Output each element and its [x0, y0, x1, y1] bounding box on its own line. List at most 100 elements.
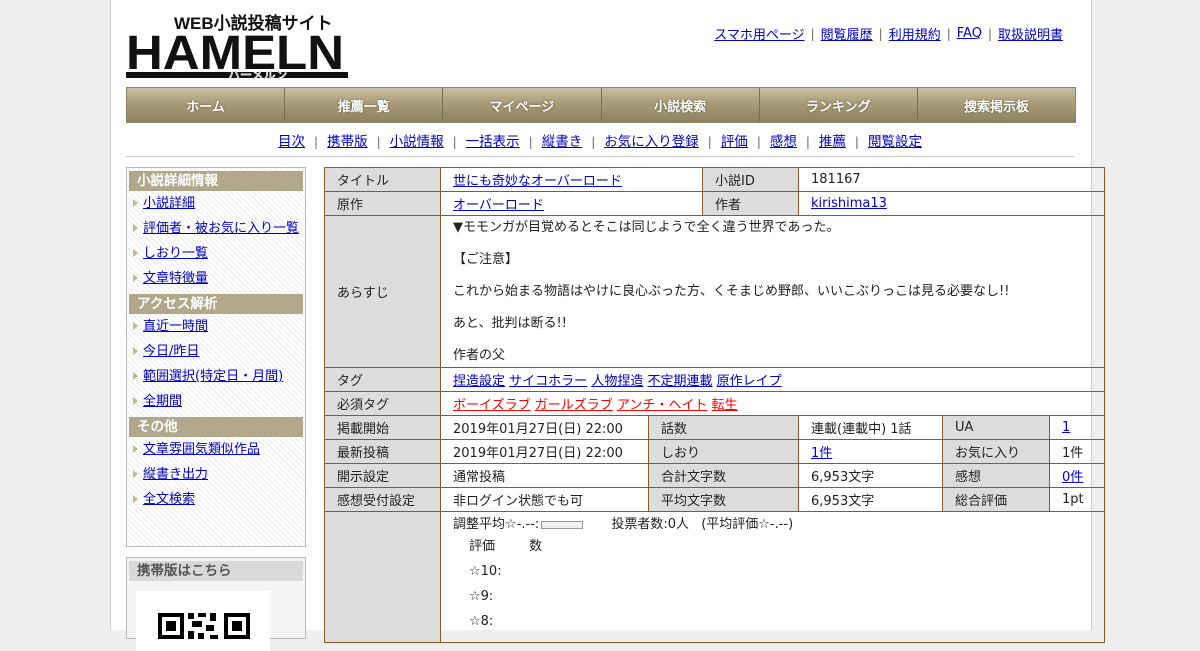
sidebar-item-label[interactable]: 今日/昨日	[143, 344, 199, 359]
sidebar-item-label[interactable]: 直近一時間	[143, 319, 208, 334]
bullet-triangle-icon	[133, 470, 138, 478]
tag-link[interactable]: サイコホラー	[509, 374, 587, 389]
subnav-mobile[interactable]: 携帯版	[327, 134, 368, 150]
tag-link[interactable]: 不定期連載	[647, 374, 712, 389]
table-row: タイトル 世にも奇妙なオーバーロード 小説ID 181167	[324, 167, 1106, 192]
sidebar-item-bookmarks[interactable]: しおり一覧	[127, 241, 305, 266]
sidebar-item-all-time[interactable]: 全期間	[127, 389, 305, 414]
original-work-link[interactable]: オーバーロード	[453, 198, 544, 213]
author-link[interactable]: kirishima13	[811, 196, 887, 211]
start-date-label: 掲載開始	[324, 415, 441, 440]
sidebar-item-novel-detail[interactable]: 小説詳細	[127, 191, 305, 216]
sidebar-item-today-yesterday[interactable]: 今日/昨日	[127, 339, 305, 364]
synopsis-line: これから始まる物語はやけに良心ぶった方、くそまじめ野郎、いいこぶりっこは見る必要…	[453, 284, 1010, 299]
table-row: あらすじ ▼モモンガが目覚めるとそこは同じようで全く違う世界であった。 【ご注意…	[324, 215, 1106, 368]
top-link-history[interactable]: 閲覧履歴	[821, 24, 873, 43]
subnav-vertical[interactable]: 縦書き	[542, 134, 583, 150]
bullet-triangle-icon	[133, 495, 138, 503]
bookmarks-link[interactable]: 1件	[811, 446, 832, 461]
star-row: ☆9:	[469, 589, 494, 604]
top-link-faq[interactable]: FAQ	[957, 26, 982, 41]
subnav-toc[interactable]: 目次	[278, 134, 305, 150]
required-tag-list: ボーイズラブ ガールズラブ アンチ・ヘイト 転生	[439, 391, 1106, 416]
sidebar-item-full-text-search[interactable]: 全文検索	[127, 487, 305, 512]
subnav-add-favorite[interactable]: お気に入り登録	[604, 134, 699, 150]
subnav-comments[interactable]: 感想	[770, 134, 797, 150]
comments-link[interactable]: 0件	[1062, 470, 1083, 485]
sidebar-item-label[interactable]: しおり一覧	[143, 246, 208, 261]
synopsis-line: ▼モモンガが目覚めるとそこは同じようで全く違う世界であった。	[453, 220, 840, 235]
subnav-novel-info[interactable]: 小説情報	[390, 134, 444, 150]
separator: |	[805, 135, 810, 149]
separator: |	[707, 135, 712, 149]
sidebar-item-label[interactable]: 全期間	[143, 394, 182, 409]
tag-link[interactable]: 人物捏造	[591, 374, 643, 389]
sidebar-item-text-features[interactable]: 文章特徴量	[127, 266, 305, 291]
rating-breakdown: 調整平均☆-.--: 投票者数:0人 (平均評価☆-.--) 評価 数 ☆10:…	[439, 511, 1106, 643]
sidebar-item-vertical-output[interactable]: 縦書き出力	[127, 462, 305, 487]
rating-bar	[541, 520, 584, 529]
sub-nav: 目次 | 携帯版 | 小説情報 | 一括表示 | 縦書き | お気に入り登録 | 評価 | 感想 | 推薦 | 閲覧…	[126, 130, 1074, 150]
episodes-value: 連載(連載中) 1話	[798, 415, 943, 440]
sidebar-item-label[interactable]: 評価者・被お気に入り一覧	[143, 221, 299, 236]
required-tags-label: 必須タグ	[324, 391, 441, 416]
nav-home[interactable]: ホーム	[127, 88, 286, 122]
bullet-triangle-icon	[133, 372, 138, 380]
sidebar-item-label[interactable]: 全文検索	[143, 492, 195, 507]
hameln-logo[interactable]: WEB小説投稿サイト HAMELN ハーメルン	[126, 10, 348, 82]
novel-title-link[interactable]: 世にも奇妙なオーバーロード	[453, 174, 622, 189]
nav-novel-search[interactable]: 小説検索	[601, 88, 760, 122]
qr-code-icon[interactable]	[136, 591, 270, 651]
top-link-manual[interactable]: 取扱説明書	[998, 24, 1063, 43]
sidebar-item-label[interactable]: 小説詳細	[143, 196, 195, 211]
bullet-triangle-icon	[133, 322, 138, 330]
ua-link[interactable]: 1	[1062, 420, 1070, 435]
sidebar-heading-other: その他	[129, 417, 303, 437]
subnav-view-settings[interactable]: 閲覧設定	[868, 134, 922, 150]
sidebar-item-label[interactable]: 文章雰囲気類似作品	[143, 442, 260, 457]
sidebar: 小説詳細情報 小説詳細 評価者・被お気に入り一覧 しおり一覧 文章特徴量 アクセ…	[126, 167, 306, 547]
tag-link[interactable]: 原作レイプ	[717, 374, 782, 389]
avg-chars-value: 6,953文字	[798, 487, 943, 512]
favorites-value: 1件	[1048, 439, 1106, 464]
separator: |	[878, 26, 883, 41]
star-row: ☆8:	[469, 614, 494, 629]
sidebar-item-label[interactable]: 文章特徴量	[143, 271, 208, 286]
subnav-rate[interactable]: 評価	[721, 134, 748, 150]
latest-post-label: 最新投稿	[324, 439, 441, 464]
comments-label: 感想	[942, 463, 1050, 488]
sidebar-item-label[interactable]: 縦書き出力	[143, 467, 208, 482]
novel-id-label: 小説ID	[702, 167, 799, 192]
bookmarks-label: しおり	[648, 439, 799, 464]
top-link-terms[interactable]: 利用規約	[889, 24, 941, 43]
required-tag-link[interactable]: アンチ・ヘイト	[617, 398, 707, 413]
rating-col-eval: 評価	[469, 539, 496, 554]
separator: |	[452, 135, 457, 149]
subnav-recommend[interactable]: 推薦	[819, 134, 846, 150]
sidebar-item-raters[interactable]: 評価者・被お気に入り一覧	[127, 216, 305, 241]
sidebar-item-label[interactable]: 範囲選択(特定日・月間)	[143, 369, 283, 384]
sidebar-item-range[interactable]: 範囲選択(特定日・月間)	[127, 364, 305, 389]
novel-info-table: タイトル 世にも奇妙なオーバーロード 小説ID 181167 原作 オーバーロー…	[324, 167, 1106, 643]
required-tag-link[interactable]: ガールズラブ	[535, 398, 613, 413]
nav-mypage[interactable]: マイページ	[443, 88, 602, 122]
bullet-triangle-icon	[133, 199, 138, 207]
required-tag-link[interactable]: 転生	[712, 398, 738, 413]
nav-ranking[interactable]: ランキング	[759, 88, 918, 122]
episodes-label: 話数	[648, 415, 799, 440]
bullet-triangle-icon	[133, 397, 138, 405]
tag-link[interactable]: 捏造設定	[453, 374, 505, 389]
nav-recommendations[interactable]: 推薦一覧	[285, 88, 444, 122]
sidebar-item-similar[interactable]: 文章雰囲気類似作品	[127, 437, 305, 462]
nav-search-board[interactable]: 捜索掲示板	[917, 88, 1076, 122]
sidebar-item-last-hour[interactable]: 直近一時間	[127, 314, 305, 339]
table-row: 調整平均☆-.--: 投票者数:0人 (平均評価☆-.--) 評価 数 ☆10:…	[324, 511, 1106, 643]
total-rating-value: 1pt	[1048, 487, 1106, 512]
logo-kana: ハーメルン	[228, 68, 287, 82]
top-link-smartphone[interactable]: スマホ用ページ	[714, 24, 804, 43]
subnav-bulk-view[interactable]: 一括表示	[466, 134, 520, 150]
required-tag-link[interactable]: ボーイズラブ	[453, 398, 531, 413]
bullet-triangle-icon	[133, 274, 138, 282]
voter-count: 投票者数:0人	[611, 517, 690, 532]
table-row: 開示設定 通常投稿 合計文字数 6,953文字 感想 0件	[324, 463, 1106, 488]
